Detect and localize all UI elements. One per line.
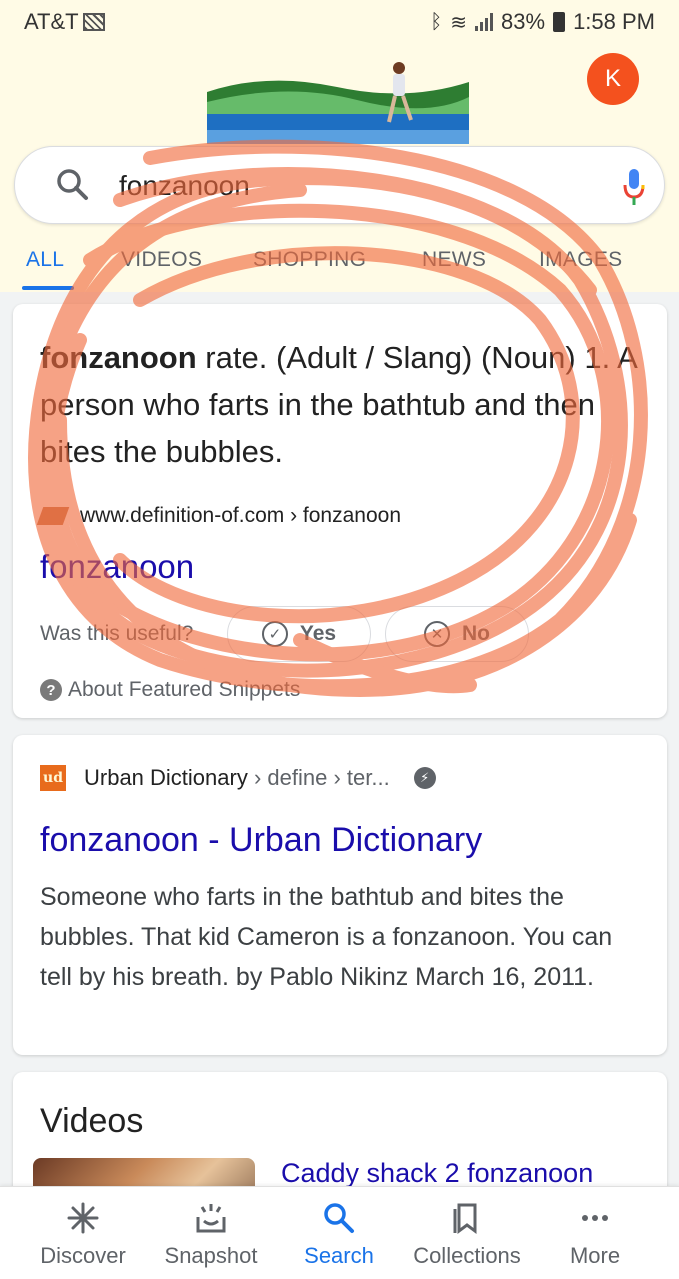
microphone-icon[interactable] bbox=[619, 167, 649, 207]
tab-all[interactable]: ALL bbox=[26, 248, 64, 272]
featured-snippet-card: fonzanoon rate. (Adult / Slang) (Noun) 1… bbox=[13, 304, 667, 718]
urban-source[interactable]: ud Urban Dictionary › define › ter... ⚡ bbox=[40, 765, 436, 791]
header: AT&T ᛒ ≋ 83% 1:58 PM K fonzanoon ALL VID… bbox=[0, 0, 679, 292]
asterisk-icon bbox=[67, 1202, 99, 1234]
urban-breadcrumb: › define › ter... bbox=[247, 765, 390, 790]
nav-more-label: More bbox=[569, 1243, 621, 1268]
more-dots-icon bbox=[582, 1215, 608, 1221]
urban-site-name: Urban Dictionary bbox=[84, 765, 248, 790]
snippet-definition: fonzanoon rate. (Adult / Slang) (Noun) 1… bbox=[40, 334, 640, 475]
help-icon: ? bbox=[40, 679, 62, 701]
nav-discover[interactable]: Discover bbox=[18, 1187, 148, 1279]
tab-shopping[interactable]: SHOPPING bbox=[253, 248, 366, 272]
google-doodle[interactable] bbox=[207, 42, 469, 144]
carrier-icon bbox=[82, 13, 105, 31]
snippet-source[interactable]: www.definition-of.com › fonzanoon bbox=[36, 504, 401, 528]
bookmark-icon bbox=[453, 1203, 477, 1234]
nav-more[interactable]: More bbox=[530, 1187, 660, 1279]
video-result-title[interactable]: Caddy shack 2 fonzanoon bbox=[281, 1158, 593, 1189]
videos-heading: Videos bbox=[40, 1102, 144, 1140]
search-tabs: ALL VIDEOS SHOPPING NEWS IMAGES bbox=[0, 232, 679, 292]
urban-result-title[interactable]: fonzanoon - Urban Dictionary bbox=[40, 821, 482, 860]
bottom-navigation: Discover Snapshot Search Collections Mor… bbox=[0, 1186, 679, 1279]
nav-collections-label: Collections bbox=[413, 1243, 521, 1268]
status-bar: AT&T ᛒ ≋ 83% 1:58 PM bbox=[0, 0, 679, 42]
snippet-source-url[interactable]: www.definition-of.com › fonzanoon bbox=[80, 504, 401, 528]
battery-icon bbox=[553, 12, 566, 32]
feedback-question: Was this useful? bbox=[40, 622, 194, 645]
clock: 1:58 PM bbox=[573, 9, 655, 34]
feedback-yes-button[interactable]: ✓ Yes bbox=[227, 606, 371, 662]
nav-search[interactable]: Search bbox=[274, 1187, 404, 1279]
active-tab-indicator bbox=[22, 286, 74, 290]
search-bar[interactable]: fonzanoon bbox=[14, 146, 665, 224]
tab-news[interactable]: NEWS bbox=[422, 248, 486, 272]
search-icon[interactable] bbox=[55, 167, 91, 203]
carrier-label: AT&T bbox=[24, 9, 79, 34]
search-input[interactable]: fonzanoon bbox=[119, 170, 250, 202]
nav-snapshot-label: Snapshot bbox=[164, 1243, 258, 1268]
site-favicon-icon bbox=[36, 507, 70, 525]
yes-label: Yes bbox=[299, 622, 337, 645]
urban-dictionary-icon: ud bbox=[40, 765, 66, 791]
about-label: About Featured Snippets bbox=[68, 678, 301, 701]
snippet-result-link[interactable]: fonzanoon bbox=[40, 548, 194, 586]
nav-collections[interactable]: Collections bbox=[402, 1187, 532, 1279]
tab-images[interactable]: IMAGES bbox=[539, 248, 622, 272]
no-label: No bbox=[462, 622, 490, 645]
urban-result-description: Someone who farts in the bathtub and bit… bbox=[40, 883, 613, 991]
search-icon bbox=[324, 1203, 354, 1233]
amp-lightning-icon: ⚡ bbox=[413, 767, 436, 789]
google-search-page: AT&T ᛒ ≋ 83% 1:58 PM K fonzanoon ALL VID… bbox=[0, 0, 679, 1279]
feedback-no-button[interactable]: ✕ No bbox=[385, 606, 529, 662]
about-featured-snippets-link[interactable]: ? About Featured Snippets bbox=[40, 678, 300, 702]
bluetooth-icon: ᛒ bbox=[430, 10, 443, 33]
urban-dictionary-result-card: ud Urban Dictionary › define › ter... ⚡ … bbox=[13, 735, 667, 1055]
signal-icon bbox=[475, 13, 494, 31]
check-icon: ✓ bbox=[261, 621, 288, 647]
close-icon: ✕ bbox=[424, 621, 450, 647]
snapshot-icon bbox=[196, 1204, 226, 1233]
snippet-term: fonzanoon bbox=[40, 340, 197, 375]
tab-videos[interactable]: VIDEOS bbox=[121, 248, 202, 272]
snippet-feedback: Was this useful? ✓ Yes ✕ No bbox=[40, 604, 640, 664]
nav-discover-label: Discover bbox=[40, 1243, 126, 1268]
nav-search-label: Search bbox=[304, 1243, 374, 1268]
account-avatar[interactable]: K bbox=[587, 53, 639, 105]
wifi-icon: ≋ bbox=[450, 11, 468, 34]
urban-source-text: Urban Dictionary › define › ter... bbox=[84, 765, 390, 791]
nav-snapshot[interactable]: Snapshot bbox=[146, 1187, 276, 1279]
battery-percent: 83% bbox=[501, 9, 546, 34]
